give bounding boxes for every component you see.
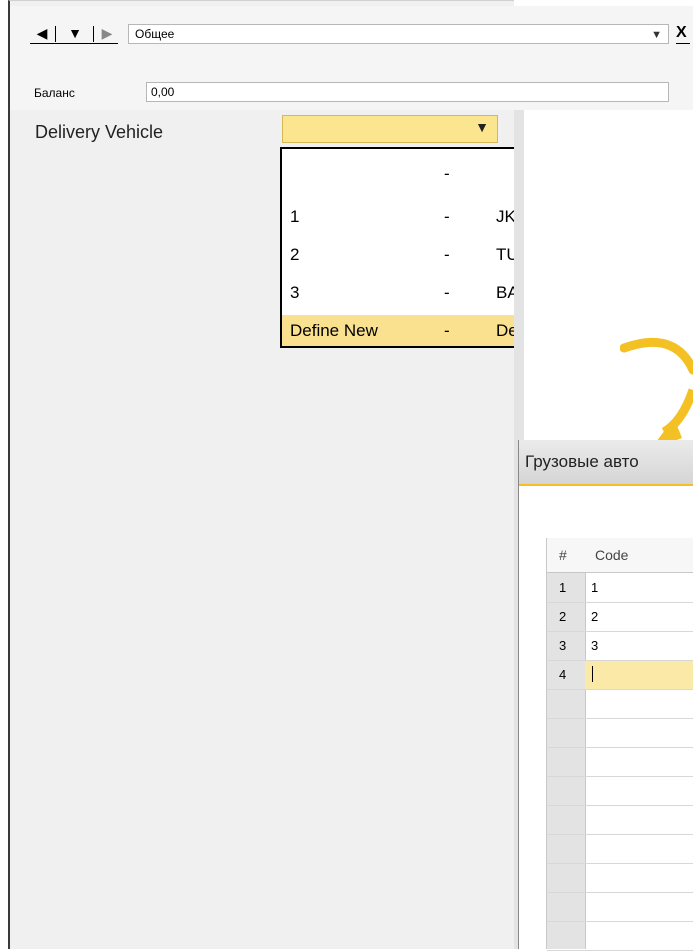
empty-row[interactable]	[547, 893, 693, 922]
delivery-vehicle-select[interactable]: ▼	[282, 115, 498, 143]
option-separator: -	[444, 283, 450, 302]
empty-row[interactable]	[547, 748, 693, 777]
text-cursor	[592, 666, 593, 682]
balance-label: Баланс	[34, 86, 75, 100]
option-code: 1	[290, 207, 300, 226]
curved-arrow-icon	[620, 337, 693, 450]
close-underline	[676, 43, 690, 44]
row-number: 3	[559, 638, 567, 653]
nav-underline	[30, 43, 118, 44]
row-code: 3	[591, 638, 599, 653]
option-code: 3	[290, 283, 300, 302]
balance-field[interactable]: 0,00	[146, 82, 669, 102]
row-number: 1	[559, 580, 567, 595]
option-separator: -	[444, 207, 450, 226]
table-row[interactable]: 1 1	[547, 574, 693, 603]
delivery-vehicle-label: Delivery Vehicle	[35, 122, 164, 142]
row-number: 2	[559, 609, 567, 624]
udt-window: Грузовые авто # Code 1 1 2 2 3 3 4	[518, 440, 693, 951]
chevron-down-icon[interactable]: ▼	[651, 26, 662, 44]
column-header-number[interactable]: #	[559, 547, 567, 563]
empty-row[interactable]	[547, 806, 693, 835]
category-select[interactable]: Общее ▼	[128, 24, 669, 44]
nav-separator	[55, 26, 56, 42]
chevron-down-icon[interactable]: ▼	[475, 119, 489, 135]
option-code: Define New	[290, 321, 378, 340]
grid-header: # Code	[547, 538, 693, 573]
nav-next-button[interactable]: ▶	[98, 24, 116, 42]
table-row[interactable]: 3 3	[547, 632, 693, 661]
balance-value: 0,00	[151, 85, 175, 99]
empty-row[interactable]	[547, 835, 693, 864]
window-title: Грузовые авто	[519, 440, 693, 486]
row-number: 4	[559, 667, 567, 682]
empty-row[interactable]	[547, 777, 693, 806]
nav-prev-button[interactable]: ◀	[32, 24, 52, 42]
option-code: 2	[290, 245, 300, 264]
category-value: Общее	[135, 27, 175, 41]
nav-separator	[93, 26, 94, 42]
close-button[interactable]: X	[676, 22, 687, 44]
empty-row[interactable]	[547, 864, 693, 893]
option-separator: -	[444, 164, 450, 183]
empty-row[interactable]	[547, 690, 693, 719]
empty-row[interactable]	[547, 719, 693, 748]
option-separator: -	[444, 321, 450, 340]
active-cell[interactable]	[585, 661, 693, 689]
row-code: 2	[591, 609, 599, 624]
nav-dropdown-button[interactable]: ▼	[60, 24, 90, 42]
column-header-code[interactable]: Code	[595, 547, 628, 563]
option-separator: -	[444, 245, 450, 264]
udt-grid: # Code 1 1 2 2 3 3 4	[546, 538, 693, 951]
table-row[interactable]: 2 2	[547, 603, 693, 632]
table-row-active[interactable]: 4	[547, 661, 693, 690]
row-code: 1	[591, 580, 599, 595]
empty-row[interactable]	[547, 922, 693, 951]
